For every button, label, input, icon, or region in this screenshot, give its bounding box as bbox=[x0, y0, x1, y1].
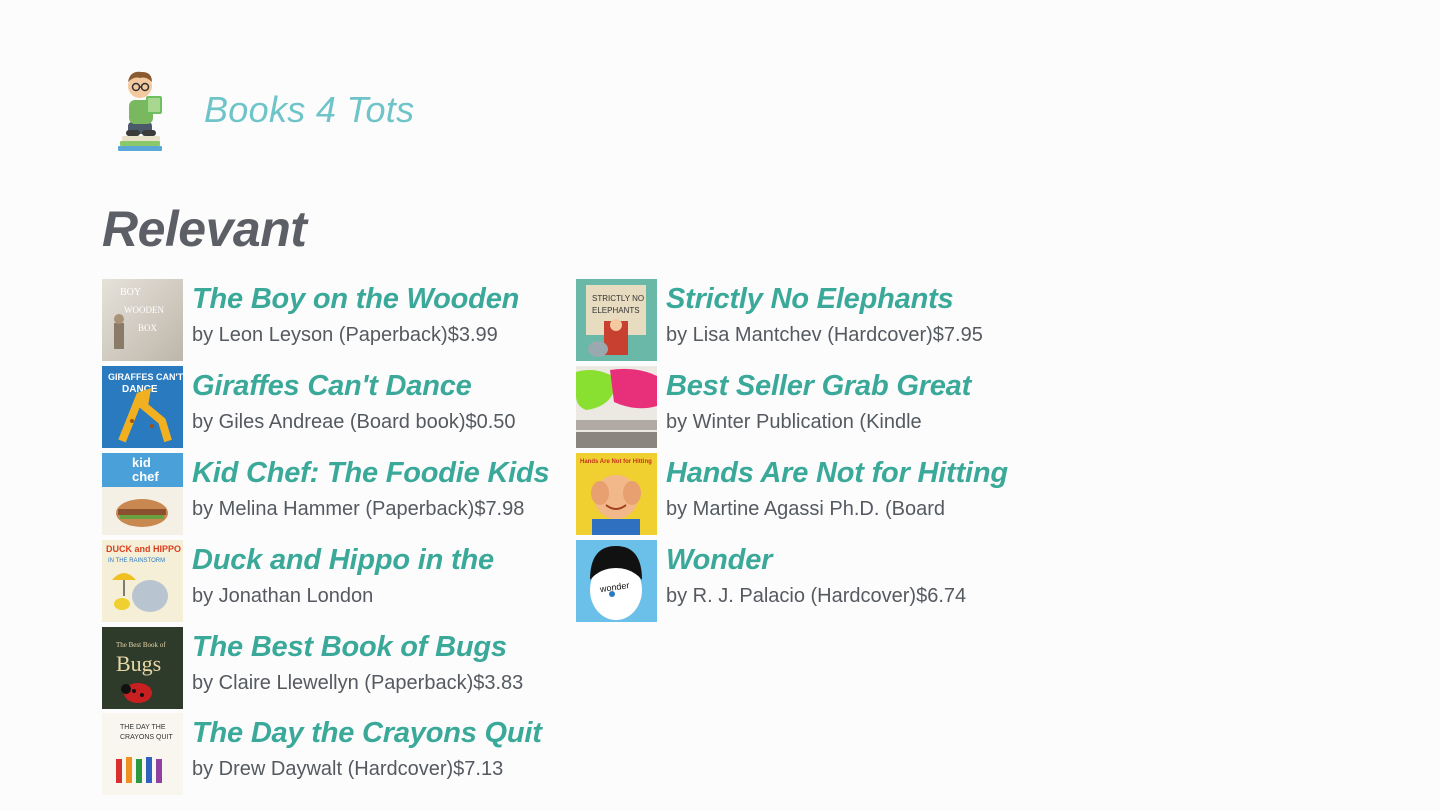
yarn-skeins-cover[interactable] bbox=[576, 366, 657, 448]
reading-boy-logo-icon bbox=[118, 71, 162, 151]
book-byline: by Drew Daywalt (Hardcover)$7.13 bbox=[192, 758, 504, 780]
book-item[interactable]: STRICTLY NO ELEPHANTS Strictly No Elepha… bbox=[576, 279, 1026, 361]
book-byline: by Giles Andreae (Board book)$0.50 bbox=[192, 411, 516, 433]
svg-text:THE DAY THE: THE DAY THE bbox=[120, 724, 166, 731]
book-title[interactable]: Kid Chef: The Foodie Kids Cookbook: Heal… bbox=[192, 453, 582, 496]
app-root: Books 4 Tots Relevant BOY WOODEN BOX The… bbox=[0, 0, 1440, 810]
svg-text:chef: chef bbox=[132, 469, 159, 484]
book-byline: by Jonathan London bbox=[192, 585, 374, 607]
svg-text:STRICTLY NO: STRICTLY NO bbox=[592, 294, 644, 303]
book-byline: by Martine Agassi Ph.D. (Board bbox=[666, 498, 946, 520]
book-title[interactable]: The Best Book of Bugs bbox=[192, 627, 582, 670]
svg-text:BOX: BOX bbox=[138, 323, 158, 333]
svg-text:The Best Book of: The Best Book of bbox=[116, 641, 166, 649]
book-byline: by Leon Leyson (Paperback)$3.99 bbox=[192, 324, 498, 346]
best-book-of-bugs-cover[interactable]: The Best Book of Bugs bbox=[102, 627, 183, 709]
book-byline: by Lisa Mantchev (Hardcover)$7.95 bbox=[666, 324, 983, 346]
section-title: Relevant bbox=[102, 201, 307, 257]
book-item[interactable]: Hands Are Not for Hitting Hands Are Not … bbox=[576, 453, 1026, 535]
book-item[interactable]: GIRAFFES CAN'T DANCE Giraffes Can't Danc… bbox=[102, 366, 582, 448]
wonder-cover[interactable]: wonder bbox=[576, 540, 657, 622]
book-title[interactable]: Giraffes Can't Dance bbox=[192, 366, 582, 409]
book-byline: by R. J. Palacio (Hardcover)$6.74 bbox=[666, 585, 967, 607]
svg-text:CRAYONS QUIT: CRAYONS QUIT bbox=[120, 734, 173, 741]
svg-text:kid: kid bbox=[132, 455, 151, 470]
book-byline: by Melina Hammer (Paperback)$7.98 bbox=[192, 498, 525, 520]
kid-chef-cover[interactable]: kid chef bbox=[102, 453, 183, 535]
day-the-crayons-quit-cover[interactable]: THE DAY THE CRAYONS QUIT bbox=[102, 713, 183, 795]
boy-on-wooden-box-cover[interactable]: BOY WOODEN BOX bbox=[102, 279, 183, 361]
book-title[interactable]: The Boy on the Wooden Box: How the Impos… bbox=[192, 279, 582, 322]
svg-text:Hands Are Not for Hitting: Hands Are Not for Hitting bbox=[580, 459, 652, 465]
book-item[interactable]: The Best Book of Bugs The Best Book of B… bbox=[102, 627, 582, 709]
book-title[interactable]: Hands Are Not for Hitting (Board Book) bbox=[666, 453, 1026, 496]
svg-text:BOY: BOY bbox=[120, 287, 141, 298]
book-byline: by Winter Publication (Kindle bbox=[666, 411, 922, 433]
book-title[interactable]: Wonder bbox=[666, 540, 1026, 583]
svg-text:IN THE RAINSTORM: IN THE RAINSTORM bbox=[108, 558, 165, 564]
book-item[interactable]: BOY WOODEN BOX The Boy on the Wooden Box… bbox=[102, 279, 582, 361]
svg-text:GIRAFFES CAN'T: GIRAFFES CAN'T bbox=[108, 372, 183, 382]
book-results-grid: BOY WOODEN BOX The Boy on the Wooden Box… bbox=[102, 279, 1062, 810]
book-item[interactable]: DUCK and HIPPO IN THE RAINSTORM Duck and… bbox=[102, 540, 582, 622]
app-title[interactable]: Books 4 Tots bbox=[204, 89, 414, 131]
book-item[interactable]: Best Seller Grab Great Books: Puzzle for… bbox=[576, 366, 1026, 448]
book-title[interactable]: Best Seller Grab Great Books: Puzzle for… bbox=[666, 366, 1026, 409]
book-item[interactable]: wonder Wonder by R. J. Palacio (Hardcove… bbox=[576, 540, 1026, 622]
giraffes-cant-dance-cover[interactable]: GIRAFFES CAN'T DANCE bbox=[102, 366, 183, 448]
app-header: Books 4 Tots bbox=[112, 66, 414, 158]
hands-are-not-for-hitting-cover[interactable]: Hands Are Not for Hitting bbox=[576, 453, 657, 535]
svg-text:DUCK and HIPPO: DUCK and HIPPO bbox=[106, 544, 181, 554]
book-title[interactable]: Duck and Hippo in the Rainstorm (Duck an… bbox=[192, 540, 582, 583]
svg-text:Bugs: Bugs bbox=[116, 651, 161, 676]
book-title[interactable]: Strictly No Elephants bbox=[666, 279, 1026, 322]
book-item[interactable]: THE DAY THE CRAYONS QUIT The Day the Cra… bbox=[102, 713, 582, 795]
svg-text:WOODEN: WOODEN bbox=[124, 305, 164, 315]
book-byline: by Claire Llewellyn (Paperback)$3.83 bbox=[192, 672, 524, 694]
strictly-no-elephants-cover[interactable]: STRICTLY NO ELEPHANTS bbox=[576, 279, 657, 361]
book-item[interactable]: kid chef Kid Chef: The Foodie Kids Cookb… bbox=[102, 453, 582, 535]
book-title[interactable]: The Day the Crayons Quit bbox=[192, 713, 582, 756]
svg-text:ELEPHANTS: ELEPHANTS bbox=[592, 306, 640, 315]
duck-and-hippo-cover[interactable]: DUCK and HIPPO IN THE RAINSTORM bbox=[102, 540, 183, 622]
